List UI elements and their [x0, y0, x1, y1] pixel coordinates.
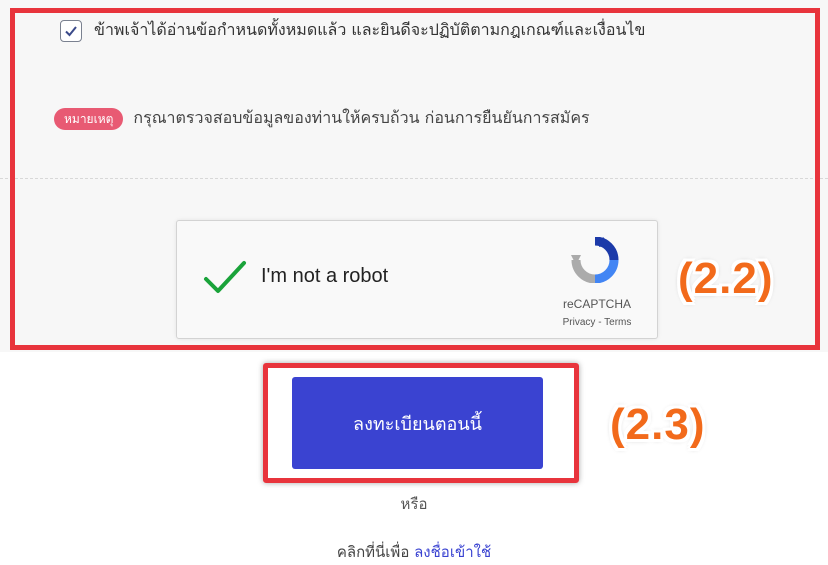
step-2-3-callout: (2.3) [610, 400, 706, 449]
recaptcha-brand: reCAPTCHA [562, 297, 631, 311]
links-separator: - [595, 317, 605, 328]
checkmark-icon [65, 25, 77, 36]
recaptcha-logo-icon [571, 237, 619, 283]
step-2-2-callout: (2.2) [678, 254, 774, 303]
login-link[interactable]: ลงชื่อเข้าใช้ [414, 543, 491, 561]
terms-consent-label: ข้าพเจ้าได้อ่านข้อกำหนดทั้งหมดแล้ว และยิ… [94, 20, 646, 39]
dashed-divider [0, 178, 828, 179]
login-prompt: คลิกที่นี่เพื่อ ลงชื่อเข้าใช้ [0, 540, 828, 564]
or-text: หรือ [400, 495, 428, 513]
note-row: หมายเหตุ กรุณาตรวจสอบข้อมูลของท่านให้ครบ… [54, 106, 590, 131]
terms-link[interactable]: Terms [604, 317, 631, 328]
register-now-button[interactable]: ลงทะเบียนตอนนี้ [292, 377, 543, 469]
privacy-link[interactable]: Privacy [563, 317, 596, 328]
recaptcha-widget[interactable]: I'm not a robot reCAPTCHA Privacy - Term… [176, 220, 658, 339]
login-prompt-text: คลิกที่นี่เพื่อ [336, 543, 415, 561]
recaptcha-links: Privacy - Terms [549, 317, 645, 328]
terms-checkbox[interactable] [60, 19, 82, 42]
note-text: กรุณาตรวจสอบข้อมูลของท่านให้ครบถ้วน ก่อน… [133, 108, 590, 127]
note-badge: หมายเหตุ [54, 107, 124, 130]
recaptcha-checkmark-icon[interactable] [203, 257, 247, 297]
terms-consent-row[interactable]: ข้าพเจ้าได้อ่านข้อกำหนดทั้งหมดแล้ว และยิ… [60, 18, 645, 43]
recaptcha-label: I'm not a robot [261, 265, 389, 287]
